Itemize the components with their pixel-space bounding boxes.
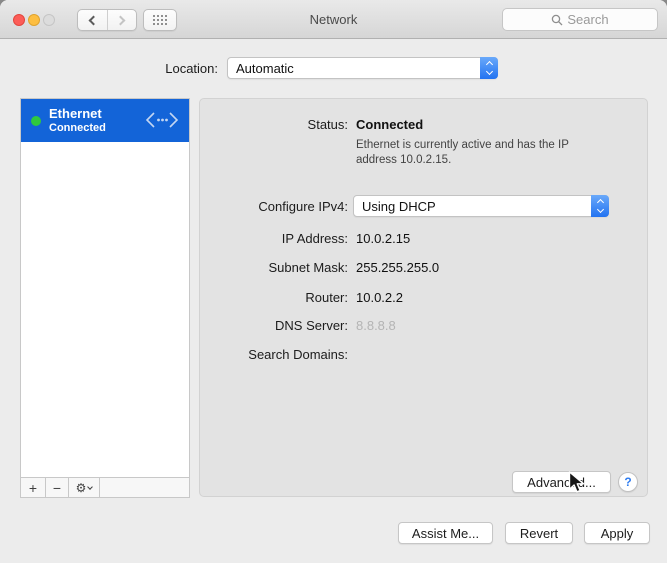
ethernet-icon bbox=[145, 112, 179, 128]
zoom-window-button bbox=[43, 14, 55, 26]
service-text: Ethernet Connected bbox=[49, 106, 106, 134]
add-service-button[interactable]: + bbox=[21, 478, 46, 497]
status-label: Status: bbox=[307, 117, 348, 132]
status-description: Ethernet is currently active and has the… bbox=[356, 139, 569, 166]
minus-icon: − bbox=[52, 479, 62, 496]
configure-ipv4-popup[interactable]: Using DHCP bbox=[353, 195, 609, 217]
location-label: Location: bbox=[165, 61, 218, 76]
apply-button[interactable]: Apply bbox=[584, 522, 650, 544]
sidebar-footer: + − ⚙ bbox=[21, 477, 189, 497]
question-mark-icon: ? bbox=[624, 475, 632, 489]
configure-ipv4-label: Configure IPv4: bbox=[258, 199, 348, 214]
chevron-right-icon bbox=[115, 15, 126, 25]
sidebar-item-ethernet[interactable]: Ethernet Connected bbox=[21, 99, 189, 142]
router-value: 10.0.2.2 bbox=[356, 290, 403, 305]
chevron-left-icon bbox=[88, 15, 99, 25]
close-window-button[interactable] bbox=[13, 14, 25, 26]
ip-address-label: IP Address: bbox=[281, 231, 348, 246]
status-value: Connected bbox=[356, 117, 424, 132]
service-status: Connected bbox=[49, 122, 106, 134]
assist-me-button[interactable]: Assist Me... bbox=[398, 522, 493, 544]
service-name: Ethernet bbox=[49, 106, 102, 121]
search-placeholder: Search bbox=[567, 12, 609, 27]
plus-icon: + bbox=[28, 479, 38, 496]
service-actions-button[interactable]: ⚙ bbox=[69, 478, 100, 497]
minimize-window-button[interactable] bbox=[28, 14, 40, 26]
subnet-mask-label: Subnet Mask: bbox=[268, 260, 349, 275]
forward-button bbox=[108, 10, 137, 30]
nav-buttons bbox=[77, 9, 137, 31]
grid-icon bbox=[153, 15, 167, 25]
location-popup[interactable]: Automatic bbox=[227, 57, 498, 79]
revert-button-label: Revert bbox=[519, 525, 559, 541]
services-list: Ethernet Connected + − ⚙ bbox=[20, 98, 190, 498]
remove-service-button[interactable]: − bbox=[46, 478, 69, 497]
ip-address-value: 10.0.2.15 bbox=[356, 231, 411, 246]
status-dot-icon bbox=[31, 116, 41, 126]
chevron-down-icon bbox=[87, 483, 94, 490]
router-label: Router: bbox=[305, 290, 348, 305]
search-input[interactable]: Search bbox=[502, 8, 658, 31]
popup-stepper-icon bbox=[591, 195, 609, 217]
configure-ipv4-value: Using DHCP bbox=[362, 198, 436, 214]
gear-icon: ⚙ bbox=[75, 480, 87, 495]
back-button[interactable] bbox=[78, 10, 108, 30]
network-preferences-window: Network Search Location: Automatic Ether… bbox=[0, 0, 667, 563]
advanced-button[interactable]: Advanced... bbox=[512, 471, 611, 493]
show-all-button[interactable] bbox=[143, 9, 177, 31]
popup-stepper-icon bbox=[480, 57, 498, 79]
location-value: Automatic bbox=[236, 60, 294, 76]
connection-detail-panel: Status: Connected Ethernet is currently … bbox=[199, 98, 648, 497]
help-button[interactable]: ? bbox=[618, 472, 638, 492]
advanced-button-label: Advanced... bbox=[527, 474, 596, 490]
apply-button-label: Apply bbox=[600, 525, 634, 541]
search-icon bbox=[552, 14, 563, 25]
dns-server-value: 8.8.8.8 bbox=[356, 318, 396, 333]
dns-server-label: DNS Server: bbox=[275, 318, 348, 333]
revert-button[interactable]: Revert bbox=[505, 522, 573, 544]
toolbar: Network Search bbox=[0, 0, 667, 39]
assist-me-button-label: Assist Me... bbox=[411, 525, 480, 541]
subnet-mask-value: 255.255.255.0 bbox=[356, 260, 440, 275]
search-domains-label: Search Domains: bbox=[248, 347, 348, 362]
